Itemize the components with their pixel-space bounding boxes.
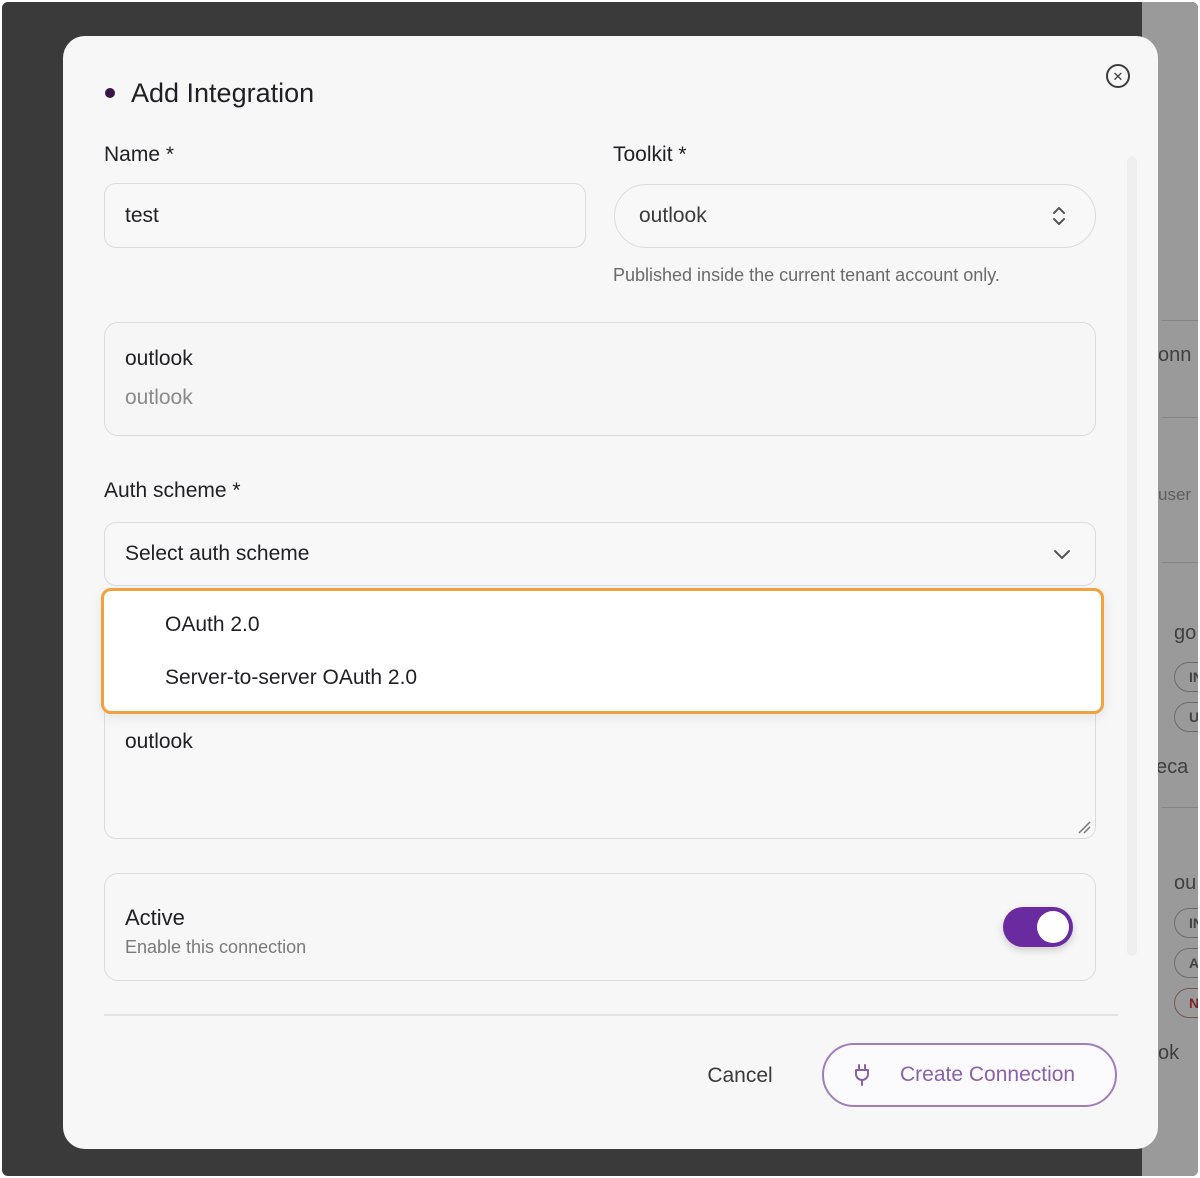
footer-divider (104, 1014, 1118, 1016)
close-icon[interactable]: ✕ (1106, 64, 1130, 88)
background-divider (1162, 320, 1198, 321)
auth-option-server-to-server-oauth2[interactable]: Server-to-server OAuth 2.0 (165, 666, 417, 690)
auth-scheme-label: Auth scheme * (104, 479, 241, 502)
description-textarea[interactable]: outlook (104, 696, 1096, 839)
background-text: user (1158, 485, 1192, 504)
toolkit-card-slug: outlook (125, 386, 193, 409)
plug-icon (855, 1064, 869, 1086)
background-text: onn (1158, 344, 1192, 366)
toolkit-select-value: outlook (639, 204, 707, 227)
auth-scheme-dropdown: OAuth 2.0 Server-to-server OAuth 2.0 (101, 588, 1104, 714)
name-label: Name * (104, 143, 175, 166)
background-text: eca (1156, 756, 1189, 778)
toolkit-info-card: outlook outlook (104, 322, 1096, 436)
auth-option-oauth2[interactable]: OAuth 2.0 (165, 613, 260, 637)
modal-title: Add Integration (131, 78, 315, 108)
active-setting-card: Active Enable this connection (104, 873, 1096, 981)
background-divider (1162, 417, 1198, 418)
background-badge: IN (1174, 908, 1198, 938)
background-divider (1162, 562, 1198, 563)
up-down-chevron-icon (1053, 207, 1065, 225)
chevron-down-icon (1054, 550, 1070, 559)
active-toggle[interactable] (1003, 907, 1073, 947)
background-badge: N (1174, 988, 1198, 1018)
active-title: Active (125, 905, 185, 930)
name-input[interactable]: test (104, 183, 586, 248)
resize-handle-icon[interactable] (1077, 820, 1091, 834)
cancel-button-label: Cancel (707, 1064, 773, 1087)
background-badge: A (1174, 948, 1198, 978)
auth-scheme-select[interactable]: Select auth scheme (104, 522, 1096, 586)
background-badge: U (1174, 702, 1198, 732)
create-connection-label: Create Connection (900, 1063, 1076, 1086)
toggle-knob (1037, 911, 1069, 943)
cancel-button[interactable]: Cancel (683, 1044, 797, 1108)
background-divider (1162, 807, 1198, 808)
background-text: ou (1174, 872, 1197, 894)
toolkit-select[interactable]: outlook (614, 184, 1096, 248)
modal-scrollbar[interactable] (1127, 156, 1137, 956)
auth-scheme-placeholder: Select auth scheme (125, 542, 310, 565)
description-value: outlook (125, 730, 193, 753)
title-bullet-icon (105, 88, 115, 98)
background-badge: IN (1174, 662, 1198, 692)
toolkit-label: Toolkit * (613, 143, 687, 166)
toolkit-helper-text: Published inside the current tenant acco… (613, 265, 1000, 285)
toolkit-card-name: outlook (125, 347, 193, 370)
create-connection-button[interactable]: Create Connection (822, 1043, 1117, 1107)
background-text: ok (1158, 1042, 1180, 1064)
name-input-value: test (125, 203, 159, 227)
background-text: go (1174, 622, 1197, 644)
add-integration-modal: Add Integration ✕ Name * test Toolkit * … (63, 36, 1158, 1149)
active-subtitle: Enable this connection (125, 937, 307, 957)
